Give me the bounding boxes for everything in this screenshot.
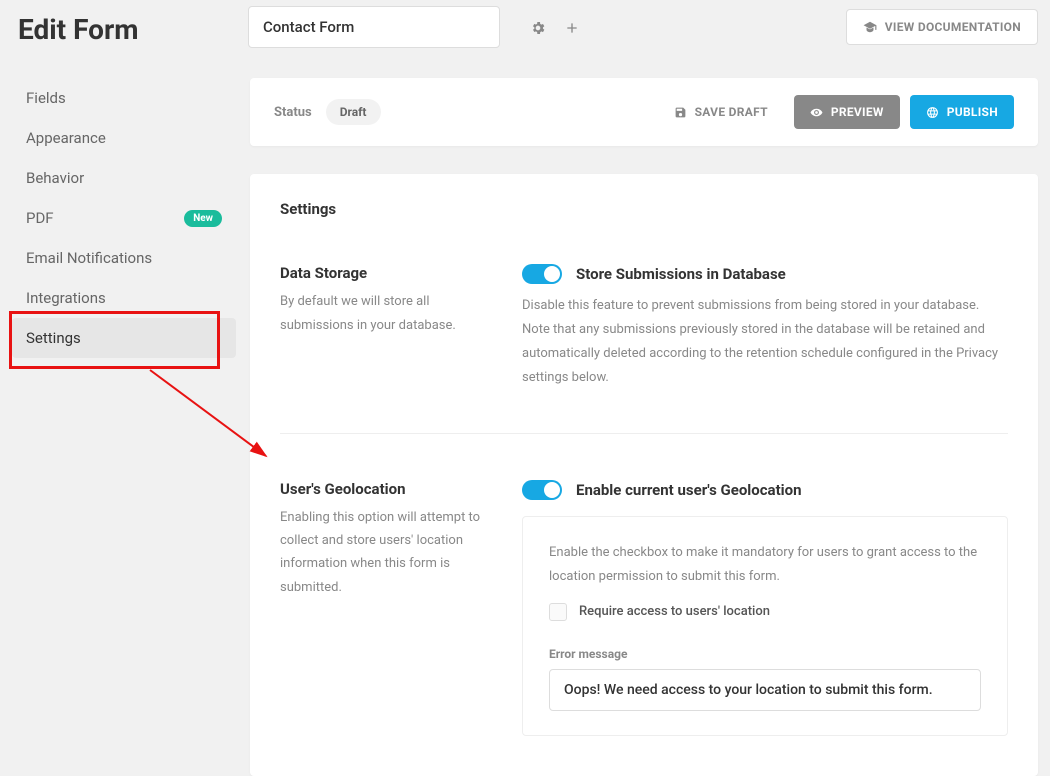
save-icon [674, 105, 687, 119]
settings-panel: Settings Data Storage By default we will… [250, 174, 1038, 775]
plus-icon[interactable] [564, 17, 580, 38]
sidebar-item-label: Appearance [26, 129, 106, 147]
preview-button[interactable]: PREVIEW [794, 95, 900, 129]
geolocation-toggle[interactable] [522, 480, 562, 500]
geolocation-title: User's Geolocation [280, 480, 498, 498]
new-badge: New [184, 210, 222, 227]
require-location-checkbox[interactable] [549, 603, 567, 621]
status-bar: Status Draft SAVE DRAFT PREVIEW [250, 78, 1038, 146]
sidebar-item-fields[interactable]: Fields [12, 78, 236, 118]
form-name-input[interactable] [248, 6, 500, 48]
geolocation-desc: Enabling this option will attempt to col… [280, 506, 498, 600]
sidebar-item-label: Email Notifications [26, 249, 152, 267]
gear-icon[interactable] [530, 17, 546, 38]
globe-icon [926, 105, 939, 119]
save-draft-label: SAVE DRAFT [695, 105, 768, 119]
sidebar-item-pdf[interactable]: PDF New [12, 198, 236, 238]
status-label: Status [274, 105, 312, 120]
sidebar-item-label: Behavior [26, 169, 84, 187]
sidebar-item-label: Fields [26, 89, 66, 107]
settings-heading: Settings [280, 200, 1008, 218]
sidebar-item-label: Settings [26, 329, 81, 347]
geolocation-options-box: Enable the checkbox to make it mandatory… [522, 516, 1008, 736]
geolocation-toggle-label: Enable current user's Geolocation [576, 481, 802, 499]
data-storage-toggle-label: Store Submissions in Database [576, 265, 786, 283]
sidebar-item-label: Integrations [26, 289, 106, 307]
sidebar: Fields Appearance Behavior PDF New Email… [12, 48, 236, 776]
data-storage-toggle-desc: Disable this feature to prevent submissi… [522, 294, 1008, 390]
sidebar-item-label: PDF [26, 209, 54, 227]
sidebar-item-email-notifications[interactable]: Email Notifications [12, 238, 236, 278]
sidebar-item-appearance[interactable]: Appearance [12, 118, 236, 158]
data-storage-toggle[interactable] [522, 264, 562, 284]
require-location-label: Require access to users' location [579, 604, 770, 619]
save-draft-button[interactable]: SAVE DRAFT [658, 95, 784, 129]
status-badge: Draft [326, 99, 381, 125]
graduation-cap-icon [863, 20, 877, 35]
preview-label: PREVIEW [831, 105, 884, 119]
geolocation-inner-desc: Enable the checkbox to make it mandatory… [549, 541, 981, 589]
view-documentation-label: VIEW DOCUMENTATION [885, 20, 1021, 34]
sidebar-item-integrations[interactable]: Integrations [12, 278, 236, 318]
setting-data-storage: Data Storage By default we will store al… [280, 218, 1008, 390]
page-title: Edit Form [12, 9, 236, 46]
error-message-label: Error message [549, 647, 981, 661]
data-storage-desc: By default we will store all submissions… [280, 290, 498, 337]
publish-button[interactable]: PUBLISH [910, 95, 1014, 129]
sidebar-item-behavior[interactable]: Behavior [12, 158, 236, 198]
eye-icon [810, 105, 823, 119]
sidebar-item-settings[interactable]: Settings [12, 318, 236, 358]
setting-geolocation: User's Geolocation Enabling this option … [280, 433, 1008, 736]
data-storage-title: Data Storage [280, 264, 498, 282]
view-documentation-button[interactable]: VIEW DOCUMENTATION [846, 9, 1038, 46]
error-message-input[interactable] [549, 669, 981, 711]
publish-label: PUBLISH [947, 105, 998, 119]
